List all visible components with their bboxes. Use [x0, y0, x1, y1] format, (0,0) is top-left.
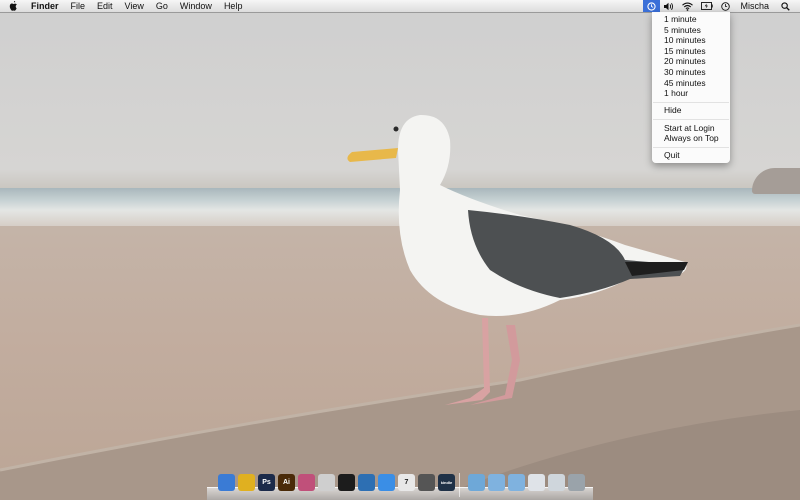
- menu-option-1-hour[interactable]: 1 hour: [664, 88, 688, 98]
- menu-option-quit[interactable]: Quit: [664, 150, 680, 160]
- menu-separator: [653, 119, 729, 120]
- stack-icon[interactable]: [528, 474, 545, 491]
- app-menu-finder[interactable]: Finder: [25, 0, 65, 12]
- dock: Ps Ai 7 kindle: [207, 471, 593, 500]
- volume-icon[interactable]: [660, 0, 678, 12]
- menu-separator: [653, 102, 729, 103]
- illustrator-icon[interactable]: Ai: [278, 474, 295, 491]
- xcode-icon[interactable]: [358, 474, 375, 491]
- menu-option-always-on-top[interactable]: Always on Top: [664, 133, 719, 143]
- menu-file[interactable]: File: [65, 0, 92, 12]
- timer-menu-icon[interactable]: [643, 0, 661, 12]
- script-editor-icon[interactable]: [318, 474, 335, 491]
- menu-option-45-minutes[interactable]: 45 minutes: [664, 78, 706, 88]
- desktop: Finder File Edit View Go Window Help Mis…: [0, 0, 800, 500]
- menu-window[interactable]: Window: [174, 0, 218, 12]
- documents-folder-icon[interactable]: [488, 474, 505, 491]
- menu-option-hide[interactable]: Hide: [664, 105, 681, 115]
- terminal-icon[interactable]: [338, 474, 355, 491]
- user-name[interactable]: Mischa: [734, 0, 777, 12]
- spotlight-search-icon[interactable]: [777, 0, 800, 12]
- window-stack-icon[interactable]: [548, 474, 565, 491]
- dock-divider: [459, 473, 460, 497]
- menu-option-start-at-login[interactable]: Start at Login: [664, 123, 715, 133]
- colorsync-icon[interactable]: [298, 474, 315, 491]
- trash-icon[interactable]: [568, 474, 585, 491]
- timer-dropdown-menu: 1 minute 5 minutes 10 minutes 15 minutes…: [652, 12, 730, 163]
- menu-option-5-minutes[interactable]: 5 minutes: [664, 25, 701, 35]
- photoshop-icon[interactable]: Ps: [258, 474, 275, 491]
- applications-folder-icon[interactable]: [468, 474, 485, 491]
- menu-view[interactable]: View: [119, 0, 150, 12]
- battery-icon[interactable]: [697, 0, 717, 12]
- menu-option-10-minutes[interactable]: 10 minutes: [664, 35, 706, 45]
- menu-option-20-minutes[interactable]: 20 minutes: [664, 56, 706, 66]
- kindle-icon[interactable]: kindle: [438, 474, 455, 491]
- menu-edit[interactable]: Edit: [91, 0, 119, 12]
- pen-icon[interactable]: [418, 474, 435, 491]
- menu-help[interactable]: Help: [218, 0, 249, 12]
- menu-go[interactable]: Go: [150, 0, 174, 12]
- menu-option-1-minute[interactable]: 1 minute: [664, 14, 697, 24]
- clock-icon[interactable]: [717, 0, 734, 12]
- finder-icon[interactable]: [218, 474, 235, 491]
- downloads-folder-icon[interactable]: [508, 474, 525, 491]
- apple-menu-icon[interactable]: [9, 0, 19, 12]
- wifi-icon[interactable]: [678, 0, 697, 12]
- chrome-icon[interactable]: [238, 474, 255, 491]
- calendar-icon[interactable]: 7: [398, 474, 415, 491]
- menu-option-15-minutes[interactable]: 15 minutes: [664, 46, 706, 56]
- menu-option-30-minutes[interactable]: 30 minutes: [664, 67, 706, 77]
- itunes-icon[interactable]: [378, 474, 395, 491]
- menu-separator: [653, 147, 729, 148]
